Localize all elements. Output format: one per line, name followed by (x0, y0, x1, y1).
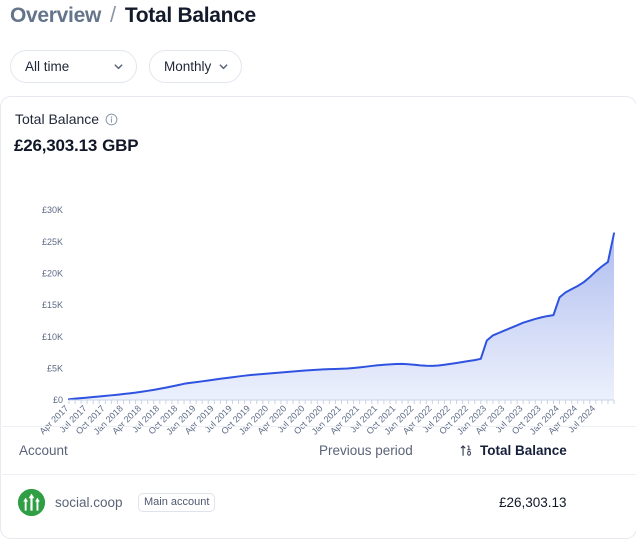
breadcrumb: Overview / Total Balance (10, 4, 256, 28)
chevron-down-icon (218, 61, 229, 72)
column-header-total-balance[interactable]: Total Balance (460, 443, 567, 458)
y-axis-tick-label: £30K (42, 205, 63, 215)
table-row[interactable]: social.coop Main account £26,303.13 (2, 474, 636, 530)
chart-svg: £0£5K£10K£15K£20K£25K£30K Apr 2017Jul 20… (1, 183, 636, 458)
column-header-account[interactable]: Account (19, 443, 68, 458)
time-range-dropdown[interactable]: All time (10, 50, 137, 83)
account-name: social.coop (55, 495, 123, 510)
column-header-total-balance-label: Total Balance (480, 443, 567, 458)
breadcrumb-parent-link[interactable]: Overview (10, 4, 101, 28)
y-axis-tick-label: £25K (42, 237, 63, 247)
row-total-balance: £26,303.13 (499, 495, 567, 510)
info-icon[interactable] (105, 113, 118, 126)
interval-label: Monthly (164, 59, 211, 74)
filter-bar: All time Monthly (10, 50, 242, 83)
time-range-label: All time (25, 59, 69, 74)
sort-ascending-icon (460, 444, 473, 457)
y-axis-tick-label: £0 (53, 395, 63, 405)
avatar-glyph (18, 489, 45, 516)
page-title: Total Balance (125, 4, 256, 28)
column-header-previous-period[interactable]: Previous period (319, 443, 413, 458)
breadcrumb-separator-icon: / (110, 4, 116, 26)
total-balance-card: Total Balance £26,303.13 GBP (0, 96, 636, 539)
area-fill (69, 233, 614, 400)
amount-currency: GBP (102, 136, 138, 155)
total-balance-page: Overview / Total Balance All time Monthl… (0, 0, 636, 551)
card-title: Total Balance (15, 111, 99, 127)
social-coop-avatar (18, 489, 45, 516)
y-axis: £0 £5K £10K £15K £20K £25K £30K (42, 205, 63, 405)
interval-dropdown[interactable]: Monthly (149, 50, 242, 83)
card-header: Total Balance (15, 111, 118, 127)
y-axis-tick-label: £20K (42, 269, 63, 279)
y-axis-tick-label: £5K (47, 364, 63, 374)
total-balance-amount: £26,303.13 GBP (14, 136, 138, 156)
balance-area-chart: £0£5K£10K£15K£20K£25K£30K Apr 2017Jul 20… (1, 183, 636, 458)
amount-value: £26,303.13 (14, 136, 97, 155)
accounts-table-header: Account Previous period Total Balance (2, 426, 636, 474)
area-fill-path (69, 233, 614, 400)
status-badge: Main account (138, 493, 215, 512)
chevron-down-icon (113, 61, 124, 72)
x-axis-ticks (69, 400, 614, 404)
y-axis-tick-label: £15K (42, 300, 63, 310)
y-axis-tick-label: £10K (42, 332, 63, 342)
